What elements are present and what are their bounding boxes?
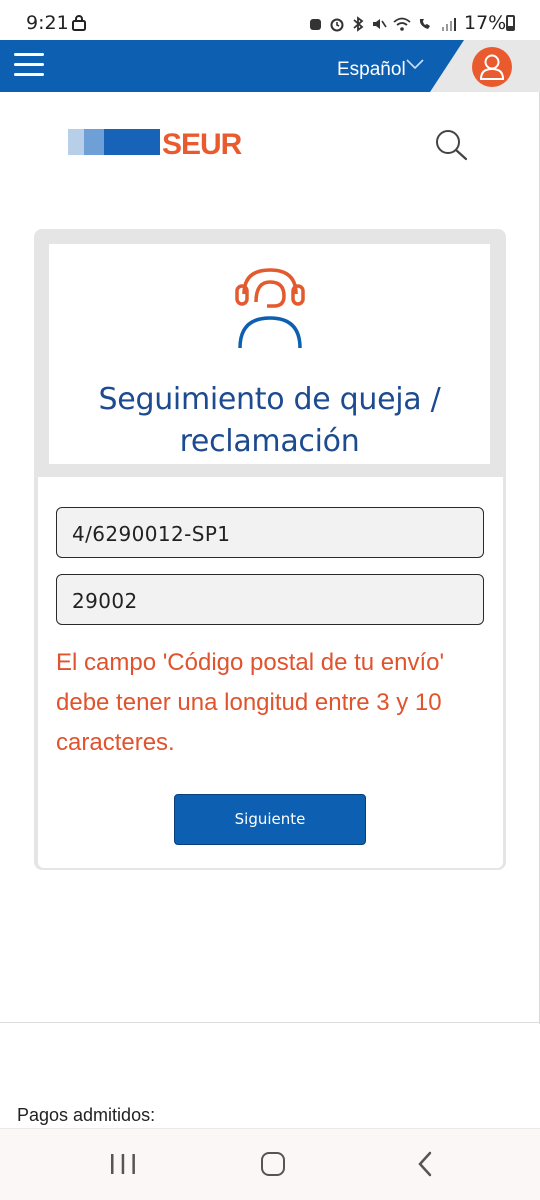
search-icon[interactable] (434, 128, 470, 164)
mute-icon (373, 19, 387, 29)
wifi-icon (393, 17, 411, 31)
status-time: 9:21 (26, 12, 69, 34)
signal-icon (442, 18, 456, 31)
battery-icon (506, 15, 515, 31)
footer-divider (0, 1022, 540, 1023)
postal-code-input[interactable]: 29002 (56, 574, 484, 625)
status-icons (308, 13, 457, 35)
menu-icon[interactable] (14, 53, 44, 77)
validation-error-message: El campo 'Código postal de tu envío' deb… (56, 649, 445, 756)
next-button[interactable]: Siguiente (174, 794, 366, 845)
tracking-number-input[interactable]: 4/6290012-SP1 (56, 507, 484, 558)
battery-percent: 17% (464, 12, 507, 34)
recent-apps-icon[interactable] (110, 1153, 136, 1175)
home-icon[interactable] (261, 1152, 285, 1176)
chevron-down-icon[interactable] (405, 57, 425, 71)
customer-support-icon (235, 268, 305, 349)
language-selector[interactable]: Español (337, 59, 406, 81)
wifi-call-icon (419, 19, 430, 29)
payments-label: Pagos admitidos: (17, 1105, 156, 1125)
lock-icon (72, 15, 86, 31)
notification-icon (310, 19, 321, 30)
user-account-button[interactable] (472, 47, 512, 87)
status-bar: 9:21 17% (0, 0, 540, 40)
back-icon[interactable] (416, 1151, 434, 1177)
seur-logo[interactable]: SEUR (68, 128, 256, 156)
user-icon (479, 54, 505, 80)
alarm-icon (330, 18, 344, 32)
title-line-2: reclamación (179, 424, 360, 459)
bluetooth-icon (353, 16, 364, 32)
logo-text: SEUR (162, 128, 243, 156)
title-line-1: Seguimiento de queja / (98, 382, 441, 417)
page-title: Seguimiento de queja / reclamación (49, 379, 490, 463)
